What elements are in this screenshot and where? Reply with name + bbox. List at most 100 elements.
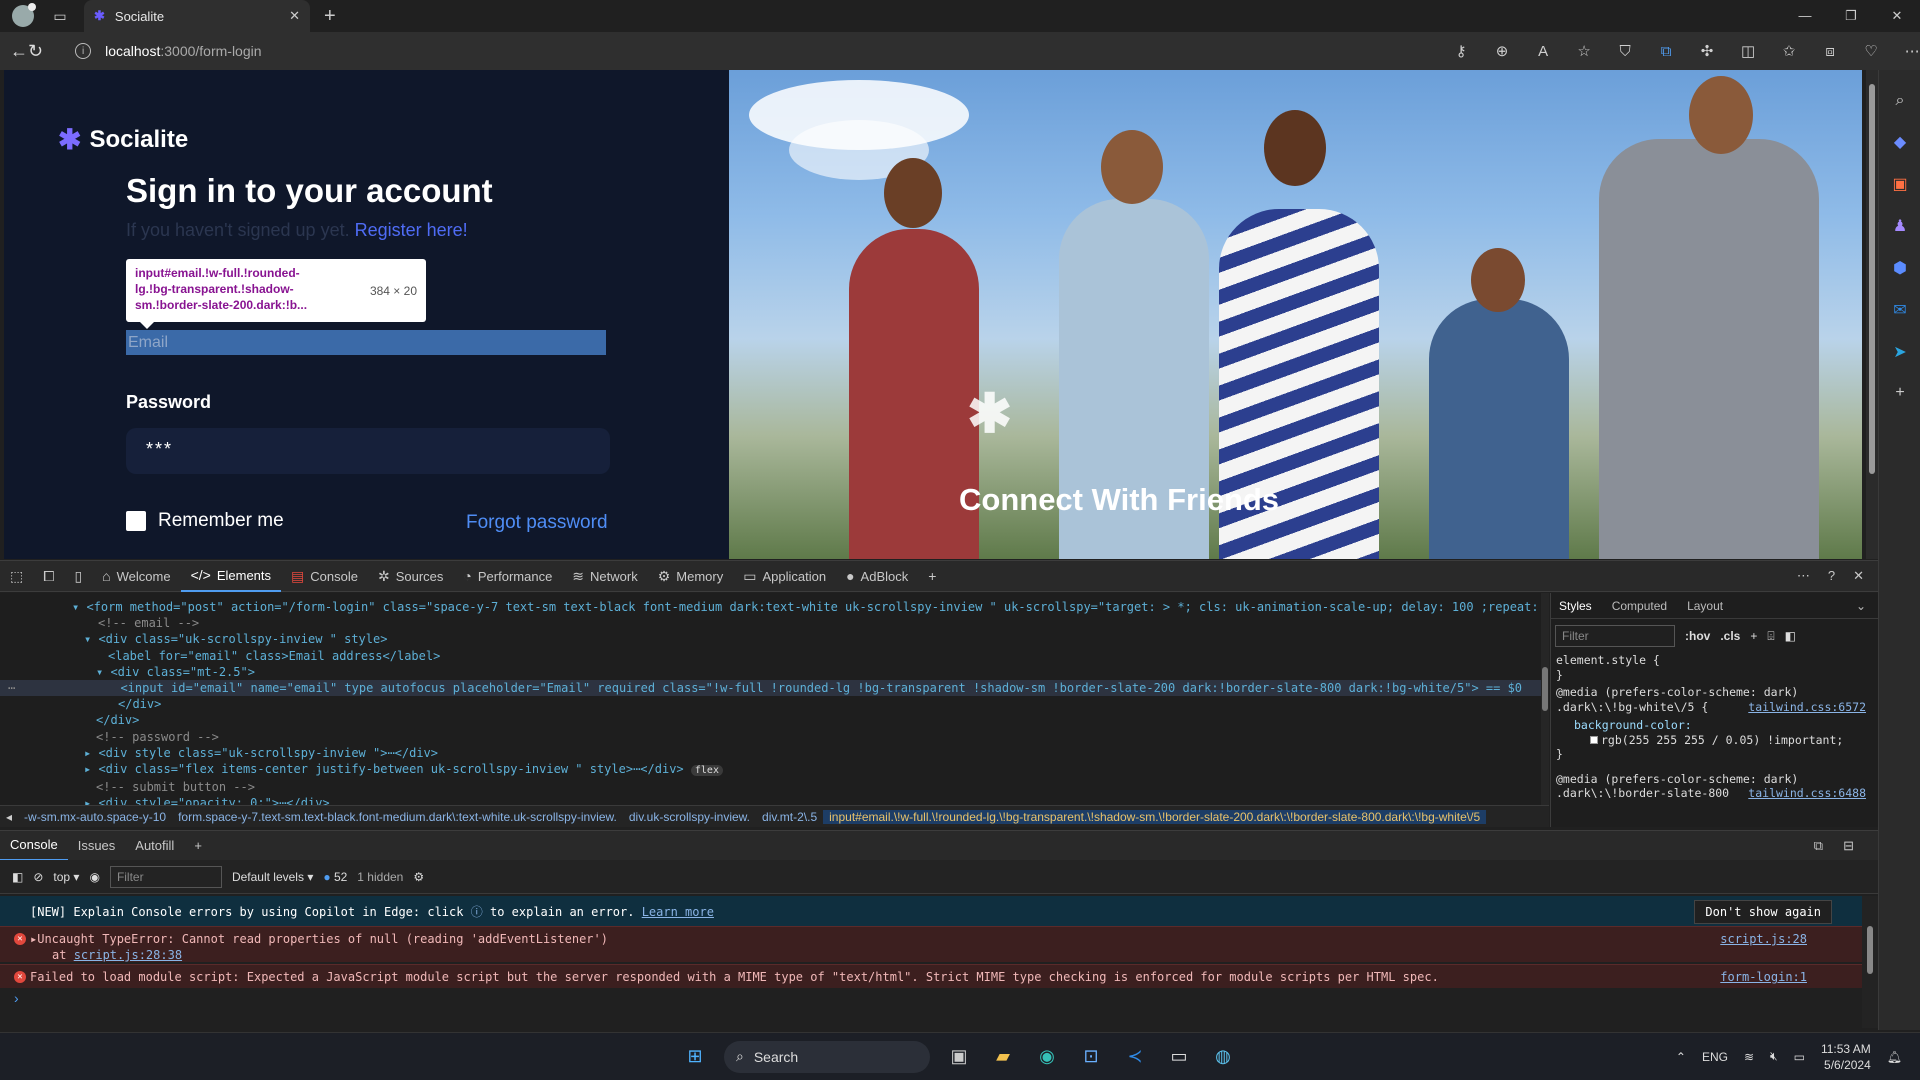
device-emulation-icon[interactable]: ⧠ — [33, 560, 64, 592]
page-scrollbar[interactable] — [1866, 70, 1878, 559]
tab-adblock[interactable]: ● AdBlock — [836, 560, 918, 592]
add-sidebar-app-icon[interactable]: + — [1879, 384, 1920, 402]
dont-show-again-button[interactable]: Don't show again — [1694, 900, 1832, 924]
tab-network[interactable]: ≋ Network — [562, 560, 647, 592]
brand-logo[interactable]: ✱ Socialite — [58, 123, 188, 156]
battery-icon[interactable]: ▭ — [1794, 1050, 1805, 1064]
css-property[interactable]: background-color: — [1556, 718, 1878, 733]
help-icon[interactable]: ? — [1828, 568, 1835, 584]
edge-icon[interactable]: ◉ — [1032, 1042, 1062, 1072]
notifications-icon[interactable]: 🔔︎ — [1887, 1050, 1902, 1064]
console-scrollbar-thumb[interactable] — [1867, 926, 1873, 974]
clear-console-icon[interactable]: ⊘ — [33, 870, 43, 884]
levels-select[interactable]: Default levels ▾ — [232, 870, 313, 884]
workspaces-icon[interactable]: ▭ — [50, 6, 70, 26]
screen-cast-icon[interactable]: ⧉ — [1656, 43, 1676, 60]
browser-tab[interactable]: ✱ Socialite ✕ — [84, 0, 310, 32]
tab-computed[interactable]: Computed — [1612, 599, 1667, 613]
file-explorer-icon[interactable]: ▰ — [988, 1042, 1018, 1072]
dom-node-label[interactable]: <label for="email" class>Email address</… — [0, 648, 1543, 664]
error-source-link[interactable]: form-login:1 — [1720, 969, 1807, 985]
tab-welcome[interactable]: ⌂ Welcome — [92, 560, 180, 592]
breadcrumb-item[interactable]: -w-sm.mx-auto.space-y-10 — [18, 810, 172, 824]
start-menu-icon[interactable]: ⊞ — [680, 1042, 710, 1072]
source-link[interactable]: tailwind.css:6488 — [1748, 786, 1866, 801]
site-info-icon[interactable]: i — [75, 43, 92, 59]
email-field[interactable]: Email — [126, 330, 606, 355]
shopping-tag-icon[interactable]: ◆ — [1879, 132, 1920, 152]
add-tab-icon[interactable]: + — [918, 560, 946, 592]
breadcrumb-item[interactable]: div.mt-2\.5 — [756, 810, 823, 824]
console-error[interactable]: ✕ Failed to load module script: Expected… — [0, 964, 1862, 988]
dom-node-div[interactable]: ▾ <div class="mt-2.5"> — [0, 664, 1543, 680]
search-icon[interactable]: ⌕ — [1879, 92, 1920, 110]
zoom-icon[interactable]: ⊕ — [1492, 42, 1512, 60]
breadcrumb-prev-icon[interactable]: ◂ — [0, 810, 18, 824]
dom-node-input-selected[interactable]: ⋯ <input id="email" name="email" type au… — [0, 680, 1543, 697]
telegram-icon[interactable]: ➤ — [1879, 342, 1920, 362]
url-bar[interactable]: i localhost :3000/form-login — [61, 36, 1451, 66]
hov-toggle[interactable]: :hov — [1685, 629, 1710, 643]
drawer-tab-issues[interactable]: Issues — [68, 831, 126, 861]
close-tab-icon[interactable]: ✕ — [289, 8, 300, 24]
favorite-star-icon[interactable]: ☆ — [1574, 42, 1594, 60]
outlook-icon[interactable]: ✉ — [1879, 300, 1920, 320]
vscode-icon[interactable]: ≺ — [1120, 1042, 1150, 1072]
drawer-add-icon[interactable]: + — [184, 831, 212, 861]
tab-sources[interactable]: ✲ Sources — [368, 560, 453, 592]
css-rule[interactable]: .dark\:\!bg-white\/5 {tailwind.css:6572 — [1556, 700, 1878, 715]
dom-node-div[interactable]: ▸ <div style="opacity: 0;">⋯</div> — [0, 795, 1543, 805]
tab-application[interactable]: ▭ Application — [733, 560, 836, 592]
drawer-tab-autofill[interactable]: Autofill — [125, 831, 184, 861]
flex-badge[interactable]: flex — [690, 765, 723, 777]
favorites-icon[interactable]: ✩ — [1779, 42, 1799, 60]
stack-link[interactable]: script.js:28:38 — [74, 948, 182, 962]
language-indicator[interactable]: ENG — [1702, 1050, 1728, 1064]
refresh-icon[interactable]: ↻ — [28, 41, 43, 62]
page-scrollbar-thumb[interactable] — [1869, 84, 1875, 474]
console-prompt-icon[interactable]: › — [14, 990, 19, 1006]
undock-icon[interactable]: ⧉ — [1814, 838, 1823, 854]
elements-scrollbar[interactable] — [1541, 593, 1549, 805]
tab-elements[interactable]: </> Elements — [180, 560, 282, 592]
element-style-rule[interactable]: element.style { — [1556, 653, 1878, 668]
dock-icon[interactable]: ▯ — [64, 560, 92, 592]
new-tab-icon[interactable]: + — [324, 5, 336, 28]
volume-icon[interactable]: 🔇︎ — [1770, 1049, 1778, 1064]
css-value[interactable]: rgb(255 255 255 / 0.05) !important; — [1556, 733, 1878, 748]
source-link[interactable]: tailwind.css:6572 — [1748, 700, 1866, 715]
wifi-icon[interactable]: ≋ — [1744, 1050, 1754, 1064]
drawer-tab-console[interactable]: Console — [0, 831, 68, 861]
terminal-icon[interactable]: ▭ — [1164, 1042, 1194, 1072]
color-swatch[interactable] — [1590, 735, 1598, 744]
clock[interactable]: 11:53 AM 5/6/2024 — [1821, 1041, 1871, 1073]
paint-icon[interactable]: ⌹ — [1767, 629, 1774, 644]
sidebar-icon[interactable]: ◧ — [12, 870, 23, 884]
extensions-icon[interactable]: ✣ — [1697, 42, 1717, 60]
inspect-icon[interactable]: ⬚ — [0, 560, 33, 592]
learn-more-link[interactable]: Learn more — [642, 905, 714, 919]
breadcrumb-item[interactable]: div.uk-scrollspy-inview. — [623, 810, 756, 824]
cls-toggle[interactable]: .cls — [1720, 629, 1740, 643]
health-icon[interactable]: ♡ — [1861, 42, 1881, 60]
tray-chevron-icon[interactable]: ⌃ — [1676, 1050, 1686, 1064]
store-icon[interactable]: ⊡ — [1076, 1042, 1106, 1072]
console-error[interactable]: ✕ ▸Uncaught TypeError: Cannot read prope… — [0, 926, 1862, 962]
tab-layout[interactable]: Layout — [1687, 599, 1723, 613]
new-rule-icon[interactable]: + — [1750, 629, 1757, 643]
copilot-sidebar-icon[interactable]: ⬢ — [1879, 258, 1920, 278]
tab-console[interactable]: ▤ Console — [281, 560, 368, 592]
key-icon[interactable]: ⚷ — [1451, 42, 1471, 60]
dom-node-div[interactable]: ▸ <div style class="uk-scrollspy-inview … — [0, 745, 1543, 761]
close-window-icon[interactable]: ✕ — [1874, 8, 1920, 24]
minimize-icon[interactable]: — — [1782, 8, 1828, 24]
remember-checkbox[interactable] — [126, 511, 146, 531]
css-rule[interactable]: .dark\:\!border-slate-800 tailwind.css:64… — [1556, 786, 1878, 801]
toolbox-icon[interactable]: ▣ — [1879, 174, 1920, 194]
task-view-icon[interactable]: ▣ — [944, 1042, 974, 1072]
games-icon[interactable]: ♟ — [1879, 216, 1920, 236]
read-aloud-icon[interactable]: A — [1533, 43, 1553, 60]
error-source-link[interactable]: script.js:28 — [1720, 931, 1807, 947]
shield-icon[interactable]: ⛉ — [1615, 43, 1635, 60]
tab-memory[interactable]: ⚙ Memory — [648, 560, 734, 592]
